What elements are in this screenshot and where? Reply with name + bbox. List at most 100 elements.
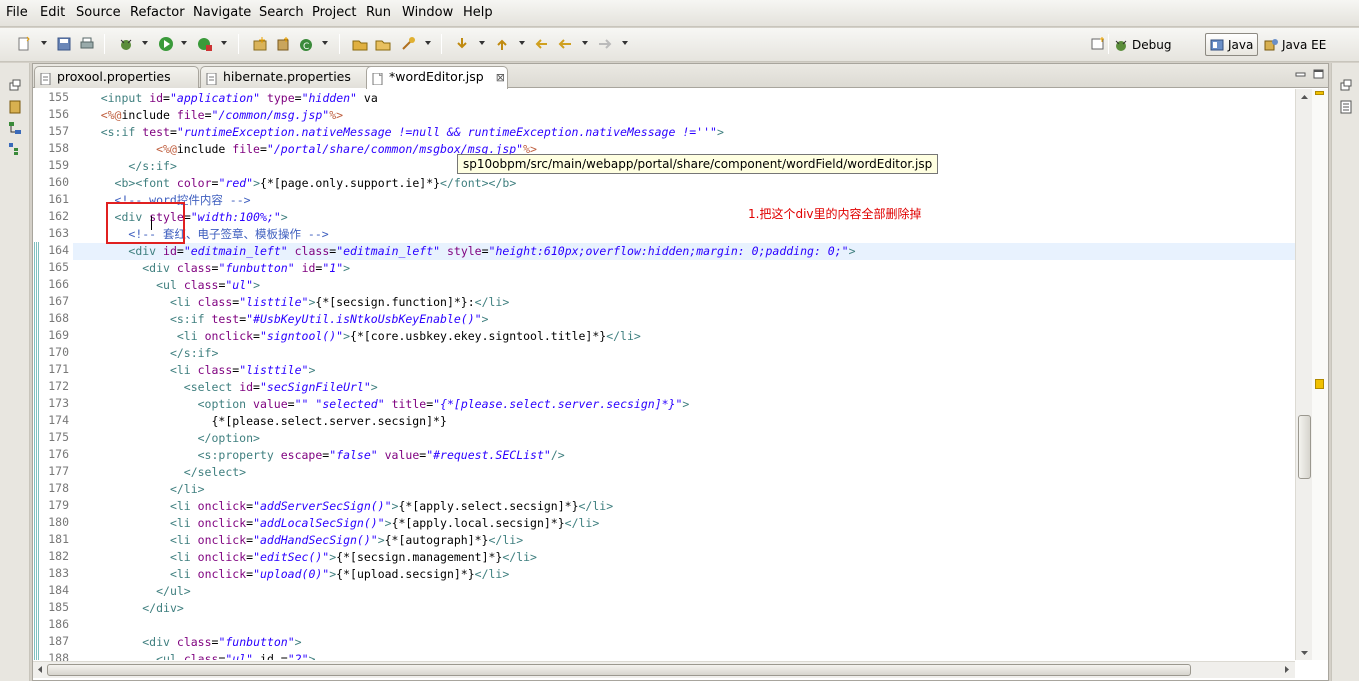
menu-navigate[interactable]: Navigate (193, 5, 251, 20)
overview-ruler[interactable] (1312, 89, 1328, 660)
code-line[interactable]: </select> (73, 464, 1295, 481)
tab-proxool-properties[interactable]: proxool.properties (34, 66, 199, 88)
outline-icon[interactable] (8, 142, 22, 156)
close-icon[interactable]: ⊠ (496, 71, 505, 84)
code-line[interactable]: <!-- 套红、电子签章、模板操作 --> (73, 226, 1295, 243)
new-package-icon[interactable] (275, 36, 291, 52)
code-line[interactable]: <s:property escape="false" value="#reque… (73, 447, 1295, 464)
code-line[interactable]: <s:if test="#UsbKeyUtil.isNtkoUsbKeyEnab… (73, 311, 1295, 328)
editor-area: proxool.properties hibernate.properties … (32, 63, 1329, 681)
code-line[interactable]: <li onclick="editSec()">{*[secsign.manag… (73, 549, 1295, 566)
code-line[interactable]: <option value="" "selected" title="{*[pl… (73, 396, 1295, 413)
vertical-scrollbar[interactable] (1295, 89, 1312, 660)
tab-wordeditor-jsp[interactable]: *wordEditor.jsp ⊠ (366, 66, 508, 89)
minimize-icon[interactable] (1295, 68, 1307, 78)
chevron-down-icon[interactable] (479, 41, 485, 45)
maximize-icon[interactable] (1313, 68, 1325, 79)
chevron-down-icon[interactable] (582, 41, 588, 45)
external-tools-icon[interactable] (197, 36, 213, 52)
open-folder-icon[interactable] (375, 36, 391, 52)
code-line[interactable]: <s:if test="runtimeException.nativeMessa… (73, 124, 1295, 141)
perspective-debug[interactable]: Debug (1110, 33, 1175, 56)
code-line[interactable]: <li onclick="upload(0)">{*[upload.secsig… (73, 566, 1295, 583)
chevron-down-icon[interactable] (142, 41, 148, 45)
menu-run[interactable]: Run (366, 5, 391, 20)
code-line[interactable]: <li onclick="addServerSecSign()">{*[appl… (73, 498, 1295, 515)
vertical-scroll-thumb[interactable] (1298, 415, 1311, 479)
package-explorer-icon[interactable] (8, 100, 22, 114)
chevron-down-icon[interactable] (622, 41, 628, 45)
chevron-down-icon[interactable] (322, 41, 328, 45)
chevron-down-icon[interactable] (221, 41, 227, 45)
code-text-area[interactable]: <input id="application" type="hidden" va… (73, 89, 1295, 660)
back-icon[interactable] (557, 36, 573, 52)
occurrence-marker[interactable] (1315, 379, 1324, 389)
tab-hibernate-properties[interactable]: hibernate.properties (200, 66, 376, 88)
perspective-javaee[interactable]: Java EE (1260, 33, 1330, 56)
code-line[interactable]: <div class="funbutton" id="1"> (73, 260, 1295, 277)
menu-refactor[interactable]: Refactor (130, 5, 185, 20)
code-line[interactable]: <ul class="ul" id ="2"> (73, 651, 1295, 660)
code-line[interactable] (73, 617, 1295, 634)
code-line[interactable]: <input id="application" type="hidden" va (73, 90, 1295, 107)
restore-icon[interactable] (8, 79, 22, 93)
code-line[interactable]: <li class="listtile"> (73, 362, 1295, 379)
code-line[interactable]: <div style="width:100%;"> (73, 209, 1295, 226)
menu-source[interactable]: Source (76, 5, 121, 20)
open-perspective-icon[interactable] (1090, 36, 1106, 52)
next-annotation-icon[interactable] (454, 36, 470, 52)
forward-icon[interactable] (597, 36, 613, 52)
debug-icon[interactable] (118, 36, 134, 52)
chevron-down-icon[interactable] (425, 41, 431, 45)
properties-file-icon (40, 71, 52, 86)
menu-help[interactable]: Help (463, 5, 493, 20)
restore-icon[interactable] (1339, 79, 1353, 93)
open-type-icon[interactable] (352, 36, 368, 52)
right-trim-bar (1331, 63, 1359, 681)
save-icon[interactable] (56, 36, 72, 52)
new-java-project-icon[interactable] (252, 36, 268, 52)
warning-marker[interactable] (1315, 91, 1324, 95)
menu-project[interactable]: Project (312, 5, 356, 20)
code-line[interactable]: </s:if> (73, 345, 1295, 362)
perspective-java[interactable]: Java (1205, 33, 1259, 56)
code-line[interactable]: <!-- word控件内容 --> (73, 192, 1295, 209)
run-icon[interactable] (158, 36, 174, 52)
last-edit-location-icon[interactable] (534, 36, 550, 52)
code-line[interactable]: <li onclick="signtool()">{*[core.usbkey.… (73, 328, 1295, 345)
code-line[interactable]: <b><font color="red">{*[page.only.suppor… (73, 175, 1295, 192)
tab-label: hibernate.properties (223, 69, 351, 84)
menu-window[interactable]: Window (402, 5, 453, 20)
code-line[interactable]: <li onclick="addHandSecSign()">{*[autogr… (73, 532, 1295, 549)
horizontal-scroll-thumb[interactable] (47, 664, 1191, 676)
new-class-icon[interactable]: C (298, 36, 314, 52)
chevron-down-icon[interactable] (41, 41, 47, 45)
code-line[interactable]: </li> (73, 481, 1295, 498)
chevron-down-icon[interactable] (519, 41, 525, 45)
search-icon[interactable] (400, 36, 416, 52)
chevron-down-icon[interactable] (181, 41, 187, 45)
code-line[interactable]: <div class="funbutton"> (73, 634, 1295, 651)
print-icon[interactable] (79, 36, 95, 52)
code-line[interactable]: </ul> (73, 583, 1295, 600)
code-line[interactable]: <li onclick="addLocalSecSign()">{*[apply… (73, 515, 1295, 532)
code-line[interactable]: <li class="listtile">{*[secsign.function… (73, 294, 1295, 311)
horizontal-scrollbar[interactable] (33, 661, 1295, 678)
code-line[interactable]: <div id="editmain_left" class="editmain_… (73, 243, 1295, 260)
code-line[interactable]: <%@include file="/common/msg.jsp"%> (73, 107, 1295, 124)
code-line[interactable]: </div> (73, 600, 1295, 617)
code-line[interactable]: </option> (73, 430, 1295, 447)
javaee-perspective-icon (1264, 38, 1278, 52)
previous-annotation-icon[interactable] (494, 36, 510, 52)
line-number: 183 (48, 566, 69, 580)
code-line[interactable]: <select id="secSignFileUrl"> (73, 379, 1295, 396)
line-number: 187 (48, 634, 69, 648)
menu-file[interactable]: File (6, 5, 28, 20)
new-wizard-icon[interactable] (16, 36, 32, 52)
menu-edit[interactable]: Edit (40, 5, 65, 20)
menu-search[interactable]: Search (259, 5, 304, 20)
outline-view-icon[interactable] (1339, 100, 1353, 114)
code-line[interactable]: <ul class="ul"> (73, 277, 1295, 294)
hierarchy-icon[interactable] (8, 121, 22, 135)
code-line[interactable]: {*[please.select.server.secsign]*} (73, 413, 1295, 430)
